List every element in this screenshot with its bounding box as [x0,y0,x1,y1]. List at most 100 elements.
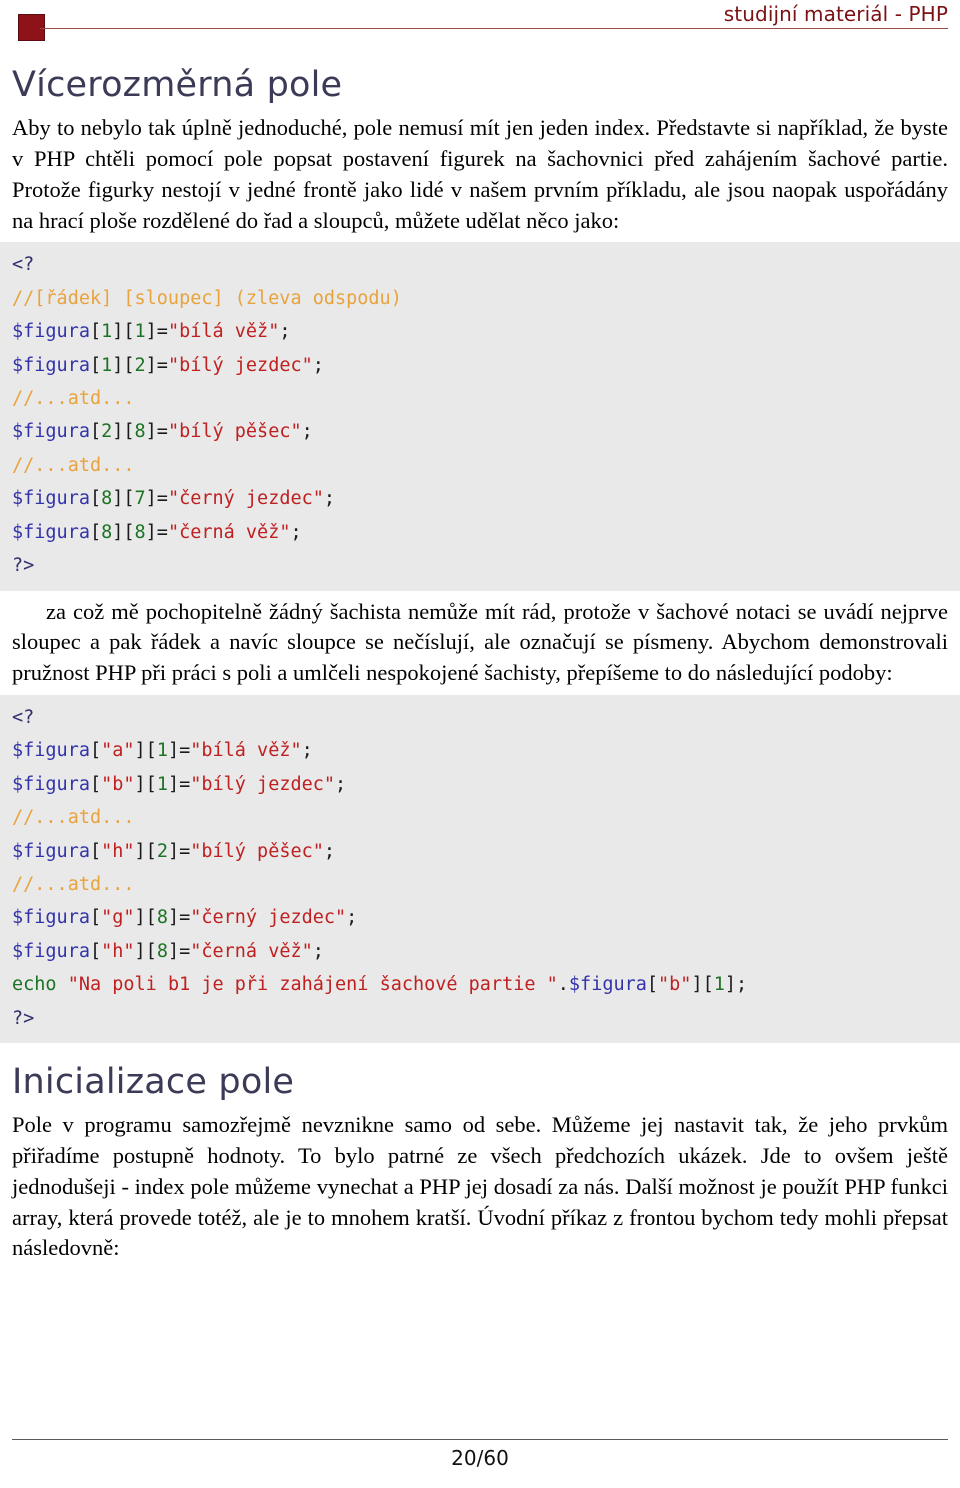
code-token-str: "Na poli b1 je při zahájení šachové part… [67,974,558,996]
code-token-punc: ; [279,321,291,343]
code-token-punc: ]; [724,974,748,996]
code-token-var: $figura [12,840,90,862]
code-block-string-keys: <? $figura["a"][1]="bílá věž"; $figura["b"… [0,694,960,1043]
code-line: $figura["h"][8]="černá věž"; [12,935,948,968]
code-line: //...atd... [12,382,948,415]
code-token-punc: [ [89,940,102,962]
code-token-punc: ][ [112,521,135,543]
code-token-punc: [ [646,974,659,996]
code-line: $figura[1][1]="bílá věž"; [12,315,948,348]
code-line: $figura["b"][1]="bílý jezdec"; [12,768,948,801]
code-token-punc: ; [335,773,347,795]
code-line: //[řádek] [sloupec] (zleva odspodu) [12,282,948,315]
code-token-str: "h" [101,840,135,862]
code-token-punc: [ [89,488,102,510]
code-token-str: "černá věž" [167,521,291,543]
code-token-var: $figura [12,907,90,929]
code-token-num: 2 [156,840,168,862]
code-line: //...atd... [12,868,948,901]
code-token-punc: ]= [145,421,168,443]
code-token-var: $figura [12,321,90,343]
code-token-cmt: //...atd... [12,873,135,895]
code-token-str: "b" [658,974,692,996]
code-token-str: "bílý pěšec" [167,421,302,443]
code-line: ?> [12,1002,948,1035]
code-line: $figura["g"][8]="černý jezdec"; [12,901,948,934]
code-token-punc: ][ [691,974,714,996]
code-token-cmt: //...atd... [12,807,135,829]
code-token-num: 1 [156,740,168,762]
code-token-num: 8 [134,421,146,443]
code-token-punc: ][ [134,940,157,962]
code-token-num: 8 [101,488,113,510]
code-token-punc: ; [346,907,358,929]
code-token-cmt: //...atd... [12,454,135,476]
code-token-punc: ][ [134,773,157,795]
code-token-punc: ][ [134,740,157,762]
code-token-punc: ]= [167,940,191,962]
code-token-punc: ]= [145,321,168,343]
code-token-punc: [ [89,354,102,376]
code-token-num: 7 [134,488,146,510]
code-token-punc: ][ [134,907,157,929]
code-token-tag: <? [12,254,35,276]
code-token-str: "bílý pěšec" [190,840,324,862]
code-token-str: "bílý jezdec" [190,773,336,795]
code-token-punc: [ [89,421,102,443]
inicializace-paragraph: Pole v programu samozřejmě nevznikne sam… [12,1112,948,1261]
code-token-str: "černý jezdec" [190,907,347,929]
code-token-num: 2 [134,354,146,376]
code-token-punc: ][ [134,840,157,862]
code-line: $figura["a"][1]="bílá věž"; [12,734,948,767]
code-token-punc: ; [312,940,324,962]
code-token-tag: ?> [12,555,35,577]
explanation-paragraph: za což mě pochopitelně žádný šachista ne… [12,598,948,686]
page-title: Vícerozměrná pole [12,65,343,105]
code-token-cmt: //...atd... [12,388,135,410]
code-line: $figura["h"][2]="bílý pěšec"; [12,835,948,868]
code-block-multidimensional-array: <? //[řádek] [sloupec] (zleva odspodu) $fi… [0,242,960,591]
code-token-str: "bílý jezdec" [167,354,313,376]
code-token-str: "černá věž" [190,940,313,962]
code-token-punc: ][ [112,321,135,343]
code-line: echo "Na poli b1 je při zahájení šachové… [12,968,948,1001]
code-token-str: "bílá věž" [190,740,302,762]
code-token-str: "bílá věž" [167,321,280,343]
code-token-punc: ]= [167,773,191,795]
code-token-punc: ][ [112,354,135,376]
code-token-str: "h" [101,940,135,962]
code-line: <? [12,701,948,734]
code-token-num: 2 [101,421,113,443]
code-token-num: 8 [101,521,113,543]
code-token-var: $figura [568,974,647,996]
code-token-punc: [ [89,840,102,862]
code-token-punc: ; [301,740,313,762]
code-token-punc: ; [323,488,336,510]
section-title-inicializace-pole: Inicializace pole [12,1062,295,1102]
code-token-punc: . [557,974,569,996]
footer-divider-rule [12,1439,948,1440]
code-token-cmt: //[řádek] [sloupec] (zleva odspodu) [12,287,402,309]
header-title: studijní materiál - PHP [723,2,948,26]
code-line: ?> [12,549,948,582]
code-token-num: 1 [156,773,168,795]
code-token-punc: ; [323,840,336,862]
code-token-tag: <? [12,706,35,728]
code-token-str: "b" [101,773,135,795]
code-token-var: $figura [12,940,90,962]
code-token-punc: [ [89,521,102,543]
intro-paragraph: Aby to nebylo tak úplně jednoduché, pole… [12,115,948,233]
code-token-punc: [ [89,773,102,795]
code-token-punc: ; [312,354,324,376]
page-header: studijní materiál - PHP [12,0,948,46]
code-token-num: 8 [134,521,146,543]
code-token-punc: ]= [167,840,191,862]
code-token-punc: ]= [145,488,168,510]
code-token-punc: ]= [167,907,191,929]
code-token-var: $figura [12,773,90,795]
code-token-punc: ][ [112,488,135,510]
code-line: $figura[1][2]="bílý jezdec"; [12,349,948,382]
code-token-str: "a" [101,740,135,762]
code-token-punc: ]= [145,521,168,543]
code-token-var: $figura [12,488,90,510]
